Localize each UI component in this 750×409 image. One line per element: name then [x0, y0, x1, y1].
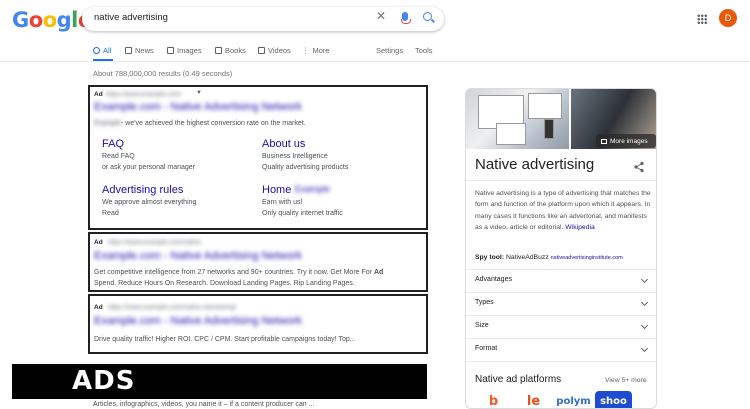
- google-logo[interactable]: Google: [12, 8, 92, 32]
- sitelink-line: Read FAQ: [102, 153, 135, 160]
- sitelink-advertising-rules[interactable]: Advertising rules: [102, 184, 183, 196]
- sitelink-line: Business Intelligence: [262, 153, 328, 160]
- tab-books[interactable]: Books: [215, 46, 246, 55]
- divider: [466, 292, 656, 293]
- apps-grid-icon[interactable]: [697, 14, 707, 24]
- more-images-button[interactable]: More images: [596, 134, 656, 148]
- panel-title: Native advertising: [475, 156, 595, 173]
- search-input[interactable]: native advertising: [94, 12, 168, 23]
- sitelink-line: or ask your personal manager: [102, 164, 195, 171]
- panel-row-advantages[interactable]: Advantages: [475, 275, 651, 290]
- ad-label: Ad: [94, 239, 103, 246]
- header: Google native advertising ✕ D: [0, 0, 750, 42]
- tab-more[interactable]: ⋮ More: [302, 46, 330, 55]
- sitelink-home[interactable]: Home: [262, 184, 291, 196]
- ad-title[interactable]: Example.com - Native Advertising Network: [94, 101, 302, 113]
- tab-news[interactable]: News: [125, 46, 154, 55]
- divider: [466, 315, 656, 316]
- video-icon: [258, 47, 265, 54]
- divider: [466, 180, 656, 181]
- search-tabs: All News Images Books Videos ⋮ More Setti…: [0, 42, 750, 62]
- more-dots-icon: ⋮: [302, 46, 310, 55]
- sitelink-line: Quality advertising products: [262, 164, 349, 171]
- sitelink-line: Read: [102, 210, 119, 217]
- platform-logo[interactable]: b: [475, 391, 512, 408]
- divider: [466, 269, 656, 270]
- caption-text: ADS: [72, 366, 136, 396]
- platform-logo[interactable]: shoo: [595, 391, 632, 408]
- result-stats: About 788,000,000 results (0.49 seconds): [93, 69, 233, 78]
- divider: [466, 338, 656, 339]
- ad-desc-brand: Example: [94, 120, 122, 127]
- sitelink-home-brand[interactable]: Example: [295, 184, 330, 194]
- settings-link[interactable]: Settings: [376, 46, 403, 55]
- panel-row-types[interactable]: Types: [475, 298, 651, 313]
- sitelink-faq[interactable]: FAQ: [102, 138, 124, 150]
- chevron-down-icon[interactable]: ▼: [196, 90, 202, 96]
- ad-title[interactable]: Example.com - Native Advertising Network: [94, 250, 302, 262]
- sitelink-line: Only quality internet traffic: [262, 210, 343, 217]
- platform-logo[interactable]: le: [515, 391, 552, 408]
- sitelink-about-us[interactable]: About us: [262, 138, 305, 150]
- chevron-down-icon: [640, 344, 649, 353]
- news-icon: [125, 47, 132, 54]
- tab-videos[interactable]: Videos: [258, 46, 291, 55]
- microphone-icon[interactable]: [401, 12, 411, 24]
- panel-row-format[interactable]: Format: [475, 344, 651, 359]
- image-icon: [601, 138, 607, 144]
- ad-url[interactable]: https://www.example.com/native-advertisi…: [108, 304, 236, 311]
- ad-description: Get competitive intelligence from 27 net…: [94, 269, 384, 276]
- ad-result: Ad https://www.example.com/native-advert…: [88, 294, 428, 354]
- active-tab-indicator: [93, 59, 113, 61]
- organic-snippet: Articles, infographics, videos, you name…: [93, 401, 315, 408]
- platform-logo[interactable]: polym: [555, 391, 592, 408]
- ad-title[interactable]: Example.com - Native Advertising Network: [94, 315, 302, 327]
- ad-description: - we've achieved the highest conversion …: [121, 120, 306, 127]
- view-more-link[interactable]: View 5+ more: [605, 377, 647, 384]
- ad-label: Ad: [94, 91, 103, 98]
- share-icon[interactable]: [633, 161, 645, 173]
- divider: [466, 361, 656, 362]
- spy-tool-link[interactable]: nativeadvertisinginstitute.com: [551, 255, 623, 261]
- ad-url[interactable]: https://www.example.com/: [106, 91, 182, 98]
- tab-all[interactable]: All: [93, 46, 111, 55]
- chevron-down-icon: [640, 321, 649, 330]
- ads-caption-banner: ADS: [12, 364, 427, 399]
- search-icon: [93, 47, 100, 54]
- search-box[interactable]: native advertising: [82, 7, 444, 31]
- platforms-heading: Native ad platforms: [475, 374, 562, 385]
- ad-result: Ad https://www.example.com/native Exampl…: [88, 232, 428, 292]
- ad-description: Spend. Reduce Hours On Research. Downloa…: [94, 280, 355, 287]
- knowledge-panel: More images Native advertising Native ad…: [465, 88, 657, 409]
- sitelink-line: We approve almost everything: [102, 199, 197, 206]
- avatar[interactable]: D: [719, 9, 737, 27]
- search-icon[interactable]: [423, 12, 432, 21]
- spy-tool-line: Spy tool: NativeAdBuzz nativeadvertising…: [475, 254, 623, 261]
- ad-result: Ad https://www.example.com/ ▼ Example.co…: [88, 85, 428, 230]
- wikipedia-link[interactable]: Wikipedia: [565, 224, 594, 231]
- ad-description: Drive quality traffic! Higher ROI. CPC /…: [94, 336, 356, 343]
- image-icon: [167, 47, 174, 54]
- clear-icon[interactable]: ✕: [376, 10, 386, 22]
- chevron-down-icon: [640, 298, 649, 307]
- panel-image[interactable]: [466, 89, 569, 149]
- chevron-down-icon: [640, 275, 649, 284]
- panel-description: Native advertising is a type of advertis…: [475, 190, 651, 231]
- book-icon: [215, 47, 222, 54]
- tab-images[interactable]: Images: [167, 46, 202, 55]
- ad-label: Ad: [94, 304, 103, 311]
- tools-link[interactable]: Tools: [415, 46, 433, 55]
- panel-row-size[interactable]: Size: [475, 321, 651, 336]
- ad-url[interactable]: https://www.example.com/native: [108, 239, 201, 246]
- sitelink-line: Earn with us!: [262, 199, 303, 206]
